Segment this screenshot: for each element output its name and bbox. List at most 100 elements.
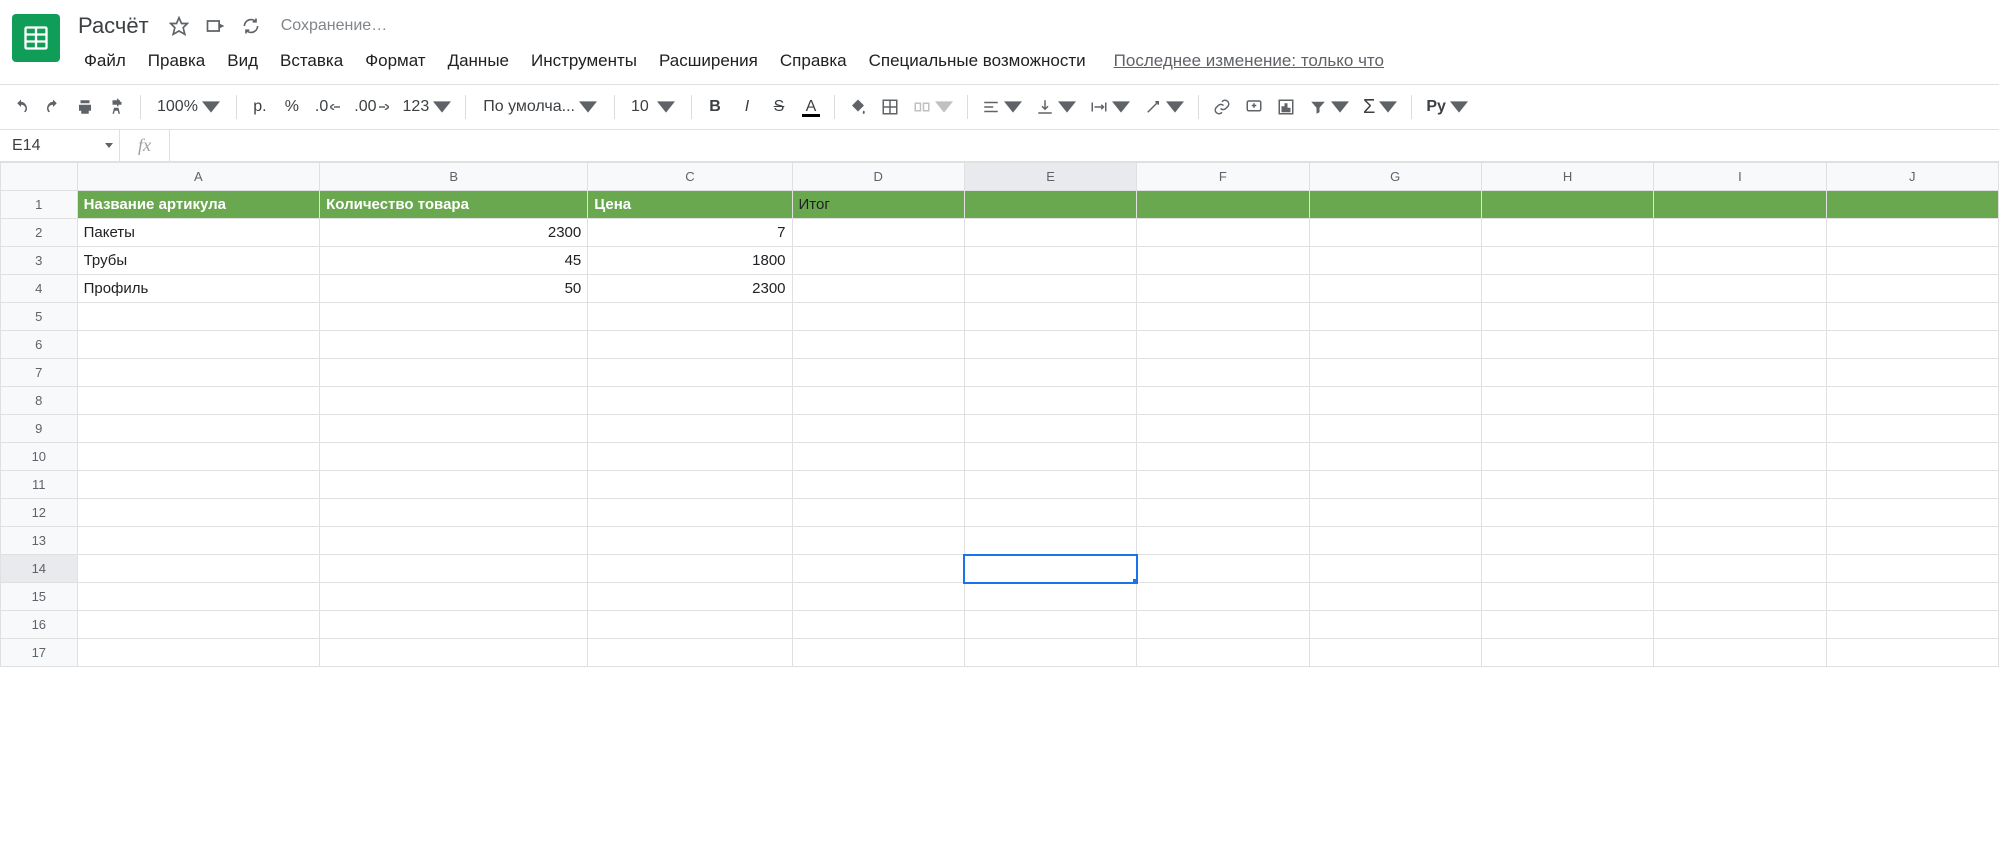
row-header[interactable]: 15 (1, 583, 78, 611)
cell[interactable] (1654, 303, 1826, 331)
cell[interactable] (77, 499, 320, 527)
cell[interactable] (77, 611, 320, 639)
cell[interactable] (1137, 247, 1309, 275)
increase-decimal-button[interactable]: .00 (348, 92, 394, 122)
cell[interactable] (1654, 583, 1826, 611)
cell[interactable]: Пакеты (77, 219, 320, 247)
cell[interactable] (792, 219, 964, 247)
fill-color-button[interactable] (843, 92, 873, 122)
cell[interactable] (1309, 275, 1481, 303)
cell[interactable] (320, 527, 588, 555)
menu-file[interactable]: Файл (74, 47, 136, 75)
cell[interactable] (792, 611, 964, 639)
row-header[interactable]: 14 (1, 555, 78, 583)
cell[interactable] (964, 415, 1136, 443)
cell[interactable] (1309, 611, 1481, 639)
cell[interactable] (1309, 583, 1481, 611)
row-header[interactable]: 13 (1, 527, 78, 555)
cell[interactable] (1309, 387, 1481, 415)
cell[interactable] (1137, 219, 1309, 247)
cell[interactable] (1481, 471, 1653, 499)
col-header-J[interactable]: J (1826, 163, 1998, 191)
more-formats-button[interactable]: 123 (397, 92, 458, 122)
cell[interactable] (964, 639, 1136, 667)
cell[interactable] (588, 443, 792, 471)
cell[interactable] (320, 443, 588, 471)
cell[interactable] (1481, 191, 1653, 219)
name-box[interactable]: E14 (0, 130, 120, 161)
font-size-select[interactable]: 10 (623, 92, 683, 122)
comment-button[interactable] (1239, 92, 1269, 122)
cell[interactable] (1309, 331, 1481, 359)
cell[interactable]: Название артикула (77, 191, 320, 219)
cell[interactable] (1309, 247, 1481, 275)
cell[interactable] (792, 415, 964, 443)
col-header-F[interactable]: F (1137, 163, 1309, 191)
cell[interactable]: 1800 (588, 247, 792, 275)
selected-cell[interactable] (964, 555, 1136, 583)
cell[interactable] (792, 527, 964, 555)
cell[interactable]: Количество товара (320, 191, 588, 219)
font-select[interactable]: По умолча... (474, 92, 606, 122)
cell[interactable] (1137, 303, 1309, 331)
cell[interactable] (1481, 331, 1653, 359)
cell[interactable] (1137, 415, 1309, 443)
filter-button[interactable] (1303, 92, 1355, 122)
menu-format[interactable]: Формат (355, 47, 435, 75)
row-header[interactable]: 2 (1, 219, 78, 247)
cell[interactable] (1826, 219, 1998, 247)
cell[interactable] (1826, 527, 1998, 555)
row-header[interactable]: 7 (1, 359, 78, 387)
cell[interactable] (1826, 499, 1998, 527)
cell[interactable] (77, 471, 320, 499)
col-header-H[interactable]: H (1481, 163, 1653, 191)
cell[interactable] (1137, 611, 1309, 639)
cell[interactable] (1481, 443, 1653, 471)
cell[interactable] (320, 359, 588, 387)
cell[interactable] (964, 471, 1136, 499)
cell[interactable] (1481, 499, 1653, 527)
cell[interactable] (1654, 387, 1826, 415)
cell[interactable] (1309, 415, 1481, 443)
menu-help[interactable]: Справка (770, 47, 857, 75)
cell[interactable] (588, 639, 792, 667)
cell[interactable] (77, 359, 320, 387)
cell[interactable] (1654, 359, 1826, 387)
cell[interactable] (1309, 219, 1481, 247)
cell[interactable] (1137, 331, 1309, 359)
cell[interactable]: Цена (588, 191, 792, 219)
cell[interactable] (320, 303, 588, 331)
python-button[interactable]: Py (1420, 92, 1474, 122)
spreadsheet-grid[interactable]: A B C D E F G H I J 1 Название артикула … (0, 162, 1999, 845)
cell[interactable] (964, 303, 1136, 331)
cell[interactable] (1826, 443, 1998, 471)
cell[interactable] (320, 555, 588, 583)
document-title[interactable]: Расчёт (72, 11, 155, 41)
v-align-button[interactable] (1030, 92, 1082, 122)
cell[interactable]: 45 (320, 247, 588, 275)
cell[interactable] (1654, 499, 1826, 527)
cell[interactable] (1826, 247, 1998, 275)
row-header[interactable]: 4 (1, 275, 78, 303)
cell[interactable] (1826, 639, 1998, 667)
cell[interactable] (320, 471, 588, 499)
cell[interactable]: Профиль (77, 275, 320, 303)
cell[interactable] (588, 331, 792, 359)
cell[interactable] (1137, 583, 1309, 611)
fill-handle[interactable] (1133, 579, 1137, 583)
currency-button[interactable]: р. (245, 92, 275, 122)
cell[interactable] (588, 527, 792, 555)
cell[interactable] (1654, 191, 1826, 219)
cell[interactable] (792, 359, 964, 387)
functions-button[interactable]: Σ (1357, 92, 1403, 122)
cell[interactable] (320, 499, 588, 527)
cell[interactable] (1654, 415, 1826, 443)
cell[interactable] (77, 415, 320, 443)
borders-button[interactable] (875, 92, 905, 122)
cell[interactable] (964, 191, 1136, 219)
redo-button[interactable] (38, 92, 68, 122)
cell[interactable] (964, 387, 1136, 415)
row-header[interactable]: 5 (1, 303, 78, 331)
cell[interactable] (964, 331, 1136, 359)
cell[interactable] (1654, 275, 1826, 303)
